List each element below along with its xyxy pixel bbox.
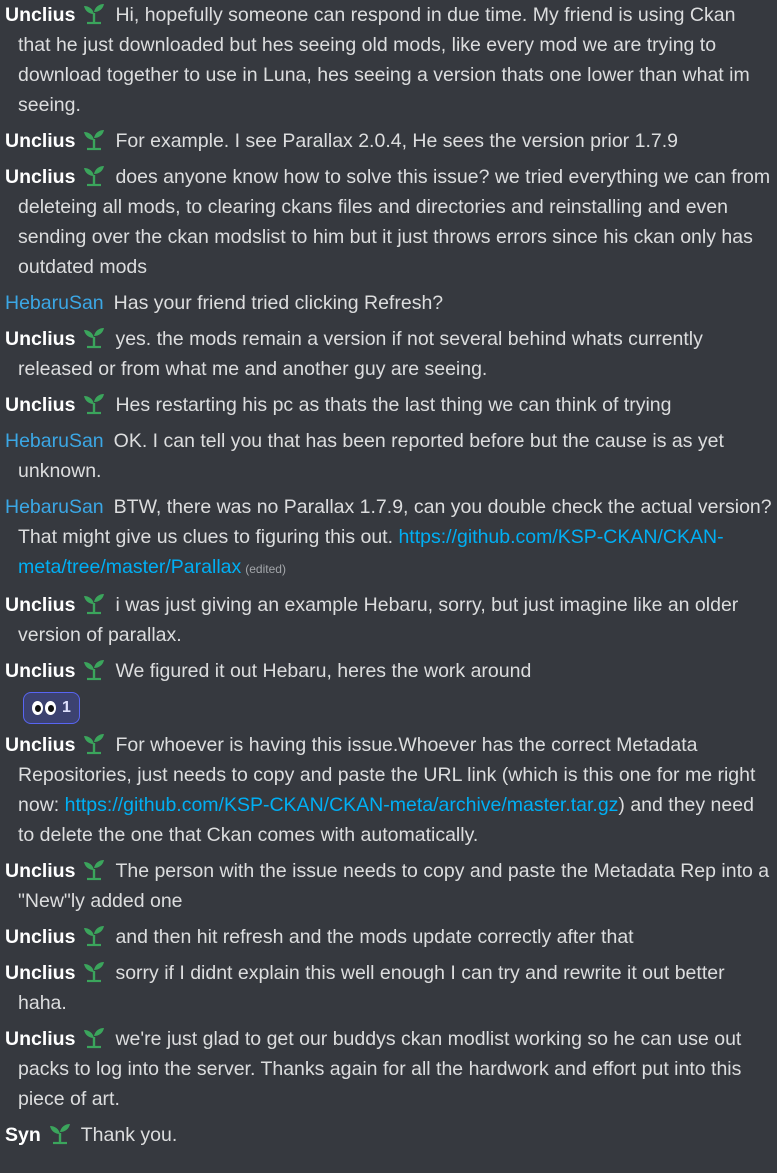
message-author[interactable]: Unclius — [5, 130, 75, 152]
chat-message: Unclius yes. the mods remain a version if… — [5, 324, 777, 384]
message-author[interactable]: HebaruSan — [5, 496, 104, 518]
sprout-icon — [81, 326, 107, 350]
message-author[interactable]: Unclius — [5, 4, 75, 26]
chat-message: HebaruSan Has your friend tried clicking … — [5, 288, 777, 318]
sprout-icon — [81, 592, 107, 616]
sprout-icon — [81, 128, 107, 152]
message-text: yes. the mods remain a version if not se… — [18, 328, 703, 380]
message-author[interactable]: Unclius — [5, 594, 75, 616]
chat-message: Unclius For whoever is having this issue.… — [5, 730, 777, 850]
chat-message: Unclius For example. I see Parallax 2.0.4… — [5, 126, 777, 156]
sprout-icon — [81, 858, 107, 882]
chat-message: Unclius We figured it out Hebaru, heres t… — [5, 656, 777, 686]
message-text: sorry if I didnt explain this well enoug… — [18, 962, 725, 1014]
sprout-icon — [81, 658, 107, 682]
sprout-icon — [81, 1026, 107, 1050]
message-author[interactable]: Unclius — [5, 734, 75, 756]
chat-message: HebaruSan OK. I can tell you that has bee… — [5, 426, 777, 486]
message-text: Has your friend tried clicking Refresh? — [113, 292, 444, 314]
message-text: we're just glad to get our buddys ckan m… — [18, 1028, 742, 1110]
chat-message: Unclius The person with the issue needs t… — [5, 856, 777, 916]
message-text: Hes restarting his pc as thats the last … — [115, 394, 672, 416]
chat-message: Unclius does anyone know how to solve thi… — [5, 162, 777, 282]
message-text: We figured it out Hebaru, heres the work… — [115, 660, 532, 682]
sprout-icon — [81, 392, 107, 416]
message-text: OK. I can tell you that has been reporte… — [18, 430, 724, 482]
message-text: i was just giving an example Hebaru, sor… — [18, 594, 739, 646]
eye-right — [45, 701, 56, 715]
chat-message: Unclius and then hit refresh and the mods… — [5, 922, 777, 952]
message-author[interactable]: HebaruSan — [5, 292, 104, 314]
message-text: For example. I see Parallax 2.0.4, He se… — [115, 130, 678, 152]
message-link[interactable]: https://github.com/KSP-CKAN/CKAN-meta/ar… — [65, 794, 619, 816]
message-author[interactable]: Unclius — [5, 962, 75, 984]
message-author[interactable]: Unclius — [5, 1028, 75, 1050]
chat-message: Unclius Hi, hopefully someone can respond… — [5, 0, 777, 120]
chat-message: Unclius Hes restarting his pc as thats th… — [5, 390, 777, 420]
message-text: does anyone know how to solve this issue… — [18, 166, 771, 278]
chat-message: Syn Thank you. — [5, 1120, 777, 1150]
message-author[interactable]: Unclius — [5, 660, 75, 682]
chat-message: HebaruSan BTW, there was no Parallax 1.7.… — [5, 492, 777, 584]
message-text: and then hit refresh and the mods update… — [115, 926, 634, 948]
reaction-count: 1 — [62, 699, 71, 716]
message-author[interactable]: HebaruSan — [5, 430, 104, 452]
chat-log: Unclius Hi, hopefully someone can respond… — [0, 0, 777, 1150]
sprout-icon — [81, 164, 107, 188]
eyes-emoji-icon — [32, 701, 56, 715]
eye-left — [32, 701, 43, 715]
edited-label: (edited) — [245, 562, 286, 576]
sprout-icon — [47, 1122, 73, 1146]
sprout-icon — [81, 2, 107, 26]
reaction-eyes[interactable]: 1 — [23, 692, 80, 724]
message-text: Hi, hopefully someone can respond in due… — [18, 4, 750, 116]
message-author[interactable]: Unclius — [5, 926, 75, 948]
message-author[interactable]: Unclius — [5, 328, 75, 350]
chat-message: Unclius we're just glad to get our buddys… — [5, 1024, 777, 1114]
message-author[interactable]: Unclius — [5, 394, 75, 416]
message-author[interactable]: Syn — [5, 1124, 41, 1146]
chat-message: Unclius sorry if I didnt explain this wel… — [5, 958, 777, 1018]
sprout-icon — [81, 960, 107, 984]
message-text: The person with the issue needs to copy … — [18, 860, 770, 912]
chat-message: Unclius i was just giving an example Heba… — [5, 590, 777, 650]
message-text: Thank you. — [80, 1124, 178, 1146]
sprout-icon — [81, 732, 107, 756]
message-author[interactable]: Unclius — [5, 166, 75, 188]
message-author[interactable]: Unclius — [5, 860, 75, 882]
sprout-icon — [81, 924, 107, 948]
